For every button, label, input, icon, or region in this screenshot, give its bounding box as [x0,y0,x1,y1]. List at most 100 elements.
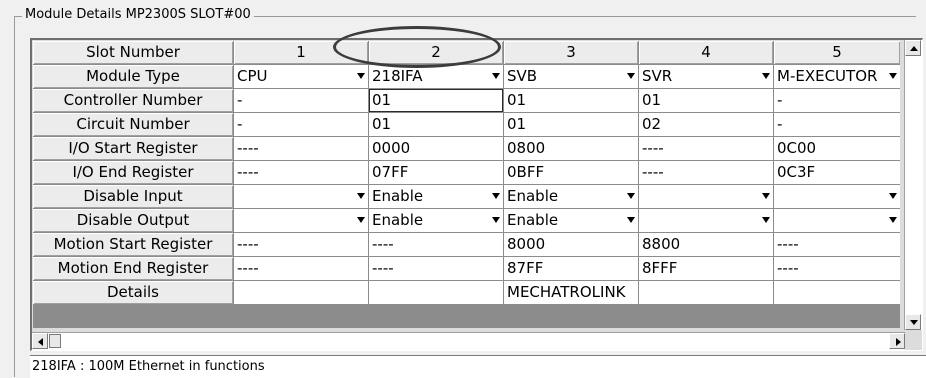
combo-cell[interactable] [234,185,368,208]
chevron-down-icon[interactable] [492,217,500,223]
horizontal-scroll-thumb[interactable] [49,334,61,348]
grid-cell[interactable]: 07FF [369,161,503,184]
horizontal-scrollbar[interactable] [32,332,905,350]
grid-cell[interactable]: 01 [504,113,638,136]
grid-cell[interactable] [369,281,503,304]
chevron-down-icon[interactable] [889,193,897,199]
grid-cell[interactable]: ---- [369,233,503,256]
vertical-scrollbar[interactable] [904,40,922,330]
grid-cell[interactable]: - [234,89,368,112]
scroll-left-button[interactable] [32,333,48,349]
grid-cell[interactable]: - [774,113,900,136]
grid-cell[interactable]: 0C00 [774,137,900,160]
chevron-down-icon[interactable] [492,193,500,199]
grid-cell[interactable]: ---- [234,233,368,256]
module-details-grid: Slot Number 1 2 3 4 5 Module Type CPU 218IFA SVB S… [30,38,923,351]
scroll-up-button[interactable] [905,40,921,56]
combo-cell[interactable]: Enable [369,185,503,208]
combo-cell[interactable] [774,209,900,232]
cell-value: 0000 [372,139,411,157]
chevron-down-icon[interactable] [357,73,365,79]
combo-cell[interactable] [639,185,773,208]
cell-value: ---- [237,163,259,181]
grid-cell[interactable] [234,281,368,304]
combo-cell[interactable]: 218IFA [369,65,503,88]
grid-cell[interactable]: ---- [369,257,503,280]
cell-value: 0C3F [777,163,816,181]
chevron-down-icon[interactable] [627,193,635,199]
chevron-down-icon[interactable] [492,73,500,79]
grid-cell[interactable]: 01 [639,89,773,112]
grid-cell[interactable]: ---- [774,257,900,280]
chevron-down-icon[interactable] [357,217,365,223]
combo-cell[interactable]: Enable [369,209,503,232]
combo-cell[interactable] [774,185,900,208]
grid-cell[interactable]: 8800 [639,233,773,256]
grid-cell[interactable]: ---- [234,137,368,160]
grid-cell[interactable]: ---- [639,161,773,184]
cell-value: 01 [507,91,527,109]
combo-cell[interactable]: M-EXECUTOR [774,65,900,88]
cell-value: Enable [372,211,424,229]
grid-cell[interactable] [639,281,773,304]
grid-cell[interactable]: 0000 [369,137,503,160]
cell-value: ---- [642,139,664,157]
grid-cell[interactable]: 87FF [504,257,638,280]
scroll-right-button[interactable] [889,333,905,349]
grid-cell[interactable]: 01 [369,89,503,112]
row-header: Disable Input [33,185,233,208]
chevron-down-icon[interactable] [889,73,897,79]
cell-value: 0BFF [507,163,545,181]
grid-cell[interactable]: ---- [234,257,368,280]
chevron-down-icon[interactable] [762,217,770,223]
grid-cell[interactable]: 0800 [504,137,638,160]
grid-cell[interactable]: MECHATROLINK [504,281,638,304]
grid-cells: Slot Number 1 2 3 4 5 Module Type CPU 218IFA SVB S… [33,41,900,328]
cell-value: 87FF [507,259,544,277]
chevron-down-icon[interactable] [627,73,635,79]
combo-cell[interactable] [234,209,368,232]
arrow-down-icon [910,320,918,325]
grid-cell[interactable]: 01 [369,113,503,136]
chevron-down-icon[interactable] [627,217,635,223]
cell-value: M-EXECUTOR [777,67,878,85]
cell-value: - [777,115,783,133]
combo-cell[interactable]: CPU [234,65,368,88]
cell-value: 01 [372,91,392,109]
cell-value: - [777,91,783,109]
chevron-down-icon[interactable] [889,217,897,223]
cell-value: ---- [237,139,259,157]
cell-value: - [237,91,243,109]
combo-cell[interactable]: SVR [639,65,773,88]
combo-cell[interactable]: Enable [504,209,638,232]
cell-value: ---- [642,163,664,181]
grid-cell[interactable]: 8000 [504,233,638,256]
grid-cell[interactable]: ---- [234,161,368,184]
row-header: Circuit Number [33,113,233,136]
combo-cell[interactable]: Enable [504,185,638,208]
cell-value: MECHATROLINK [507,283,626,301]
cell-value: CPU [237,67,268,85]
combo-cell[interactable]: SVB [504,65,638,88]
chevron-down-icon[interactable] [762,73,770,79]
chevron-down-icon[interactable] [357,193,365,199]
grid-cell[interactable]: 0BFF [504,161,638,184]
grid-cell[interactable]: ---- [774,233,900,256]
cell-value: 218IFA [372,67,423,85]
combo-cell[interactable] [639,209,773,232]
grid-cell[interactable]: - [234,113,368,136]
grid-cell[interactable]: 0C3F [774,161,900,184]
cell-value: ---- [237,259,259,277]
grid-cell[interactable]: 02 [639,113,773,136]
grid-cell[interactable]: 8FFF [639,257,773,280]
grid-cell[interactable] [774,281,900,304]
grid-cell[interactable]: 01 [504,89,638,112]
scroll-down-button[interactable] [905,314,921,330]
grid-cell[interactable]: - [774,89,900,112]
grid-cell[interactable]: ---- [639,137,773,160]
cell-value: - [237,115,243,133]
chevron-down-icon[interactable] [762,193,770,199]
row-header: I/O End Register [33,161,233,184]
arrow-up-icon [910,46,918,51]
row-header: Motion End Register [33,257,233,280]
